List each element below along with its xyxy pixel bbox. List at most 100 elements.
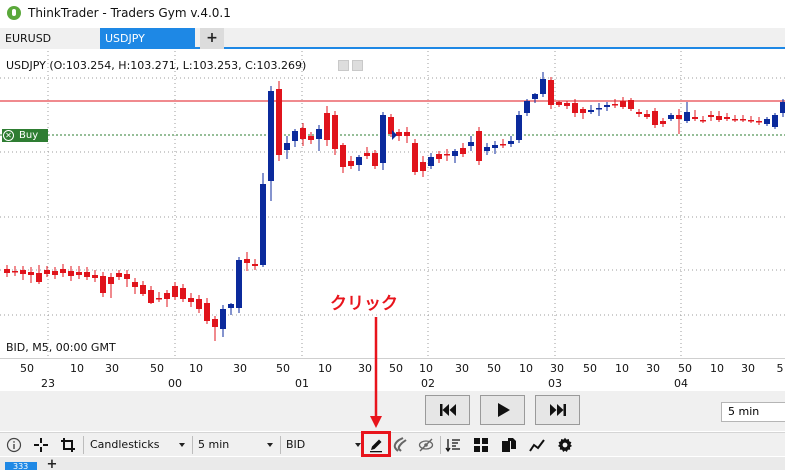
x-tick: 50 — [487, 362, 501, 375]
skip-forward-button[interactable] — [535, 395, 580, 425]
price-type-select[interactable]: BID — [283, 436, 365, 454]
bear-candle — [636, 112, 642, 114]
x-tick: 50 — [678, 362, 692, 375]
magnet-icon[interactable] — [392, 436, 410, 454]
workspace-tabbar: 333 + — [0, 457, 785, 470]
x-day-label: 00 — [168, 377, 182, 390]
bear-candle — [756, 121, 762, 123]
price-type-label: BID, M5, 00:00 GMT — [6, 341, 116, 354]
x-tick: 50 — [583, 362, 597, 375]
bear-candle — [500, 144, 506, 146]
x-tick: 30 — [358, 362, 372, 375]
bear-candle — [444, 154, 450, 156]
bull-candle — [484, 147, 490, 151]
bear-candle — [124, 274, 130, 279]
bear-candle — [724, 117, 730, 119]
x-tick: 10 — [419, 362, 433, 375]
x-tick: 30 — [646, 362, 660, 375]
pencil-highlight-box — [361, 431, 391, 457]
indicator-icon[interactable] — [528, 436, 546, 454]
playback-speed-select[interactable]: 5 min — [721, 402, 785, 422]
bear-candle — [412, 143, 418, 172]
bear-candle — [324, 113, 330, 140]
bear-candle — [68, 271, 74, 276]
skip-back-button[interactable] — [425, 395, 470, 425]
bull-candle — [588, 110, 594, 112]
bear-candle — [276, 89, 282, 155]
bull-candle — [228, 304, 234, 308]
bear-candle — [348, 161, 354, 166]
bear-candle — [20, 270, 26, 274]
bull-candle — [772, 115, 778, 127]
price-marker-icon — [392, 130, 397, 140]
bear-candle — [4, 269, 10, 273]
timeframe-select[interactable]: 5 min — [195, 436, 277, 454]
bear-candle — [308, 136, 314, 140]
sort-icon[interactable] — [444, 436, 462, 454]
bear-candle — [172, 286, 178, 297]
bear-candle — [628, 100, 634, 109]
toolbar-separator — [440, 436, 441, 454]
bear-candle — [612, 104, 618, 106]
bull-candle — [532, 94, 538, 99]
buy-order-badge[interactable]: ✕ Buy — [2, 129, 48, 142]
bull-candle — [268, 91, 274, 181]
bull-candle — [292, 131, 298, 141]
bull-candle — [380, 115, 386, 163]
bear-candle — [548, 80, 554, 105]
bull-candle — [604, 105, 610, 107]
play-button[interactable] — [480, 395, 525, 425]
x-tick: 30 — [741, 362, 755, 375]
tab-eurusd[interactable]: EURUSD — [0, 28, 100, 49]
bull-candle — [492, 145, 498, 148]
tab-usdjpy[interactable]: USDJPY — [100, 28, 195, 49]
bear-candle — [252, 264, 258, 266]
info-icon[interactable] — [5, 436, 23, 454]
bear-candle — [84, 272, 90, 277]
bear-candle — [212, 319, 218, 327]
chart-type-select[interactable]: Candlesticks — [87, 436, 189, 454]
bear-candle — [372, 153, 378, 166]
gear-icon[interactable] — [556, 436, 574, 454]
time-axis: 50 10 30 50 10 30 50 10 30 50 10 30 50 1… — [0, 358, 785, 390]
x-day-label: 02 — [421, 377, 435, 390]
bear-candle — [116, 273, 122, 277]
bear-candle — [660, 121, 666, 124]
copy-icon[interactable] — [500, 436, 518, 454]
x-tick: 50 — [20, 362, 34, 375]
x-tick: 10 — [519, 362, 533, 375]
crosshair-icon[interactable] — [32, 436, 50, 454]
add-tab-button[interactable]: + — [200, 28, 224, 49]
grid-icon[interactable] — [472, 436, 490, 454]
bear-candle — [332, 115, 338, 149]
toolbar-separator — [192, 436, 193, 454]
bear-candle — [572, 103, 578, 113]
bear-candle — [580, 109, 586, 113]
crop-icon[interactable] — [59, 436, 77, 454]
add-workspace-button[interactable]: + — [44, 458, 60, 470]
close-order-icon[interactable]: ✕ — [3, 130, 14, 141]
bull-candle — [284, 143, 290, 150]
bull-candle — [668, 115, 674, 119]
x-day-label: 23 — [41, 377, 55, 390]
bear-candle — [740, 119, 746, 121]
bear-candle — [140, 285, 146, 294]
toolbar-separator — [83, 436, 84, 454]
bull-candle — [356, 157, 362, 165]
bear-candle — [652, 111, 658, 125]
bear-candle — [36, 273, 42, 282]
bull-candle — [508, 141, 514, 144]
workspace-tab[interactable]: 333 — [5, 462, 37, 470]
x-tick: 30 — [105, 362, 119, 375]
hide-icon[interactable] — [417, 436, 435, 454]
chart-maximize-button[interactable] — [352, 60, 363, 71]
skip-back-icon — [439, 404, 456, 416]
x-day-label: 03 — [548, 377, 562, 390]
bear-candle — [676, 115, 682, 119]
x-day-label: 01 — [295, 377, 309, 390]
bear-candle — [108, 277, 114, 284]
bear-candle — [420, 162, 426, 171]
chart-minimize-button[interactable] — [338, 60, 349, 71]
bear-candle — [460, 148, 466, 154]
bear-candle — [364, 153, 370, 156]
